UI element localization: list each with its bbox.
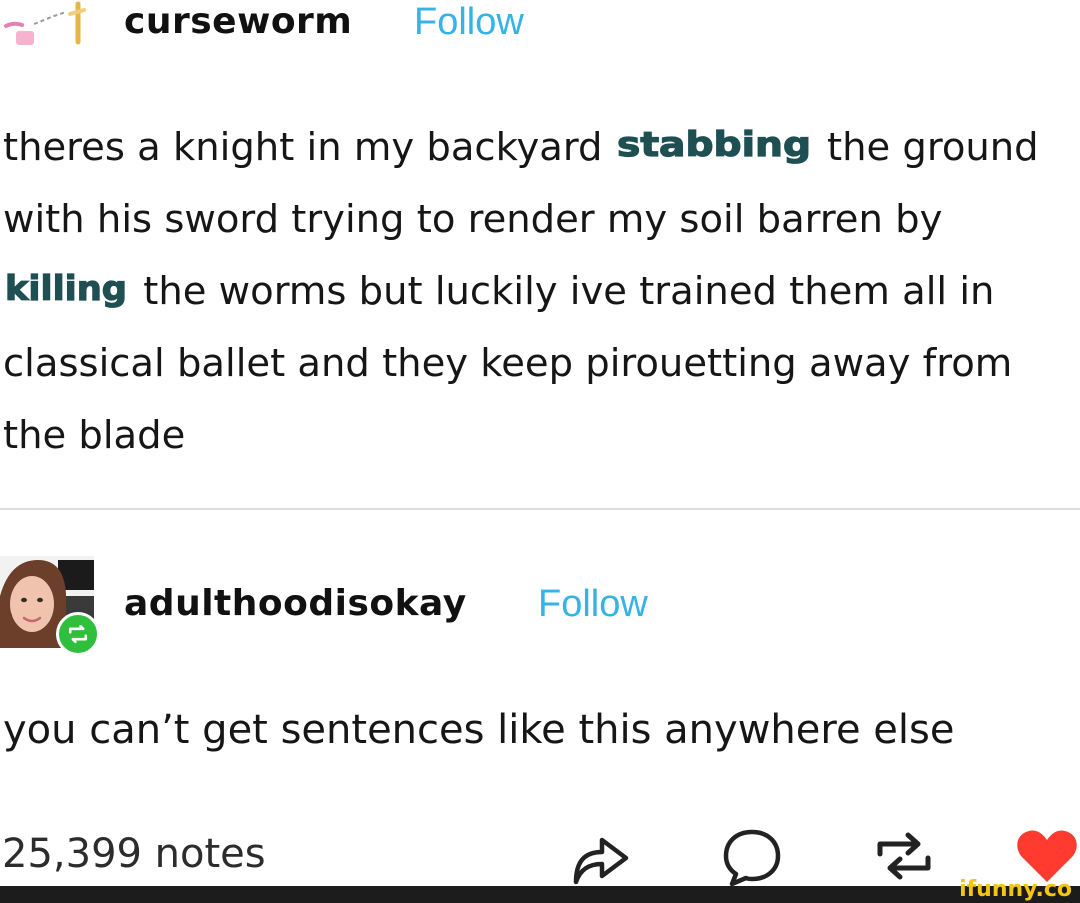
post-text-segment: the worms but luckily ive trained them a… (3, 269, 1013, 458)
notes-count[interactable]: 25,399 notes (2, 828, 266, 880)
ifunny-watermark: ifunny.co (959, 877, 1072, 902)
stylized-word-stabbing: stabbing (616, 124, 811, 164)
follow-adulthoodisokay-button[interactable]: Follow (538, 584, 648, 624)
reblog-author-username[interactable]: adulthoodisokay (124, 584, 467, 624)
reblog-badge-icon (56, 612, 100, 656)
watermark-bar (0, 886, 1080, 903)
stylized-word-killing-text: killing (5, 269, 127, 308)
reblog-icon[interactable] (872, 826, 936, 886)
post-text-segment: theres a knight in my backyard (3, 125, 615, 170)
comment-icon[interactable] (720, 826, 784, 886)
post-divider (0, 508, 1080, 510)
follow-curseworm-button[interactable]: Follow (414, 2, 524, 42)
post-author-username[interactable]: curseworm (124, 2, 352, 42)
post-header: curseworm Follow (0, 0, 1080, 48)
share-icon[interactable] (568, 826, 632, 886)
post-text: theres a knight in my backyard stabbing … (3, 112, 1078, 472)
stylized-word-killing: killing (4, 268, 127, 308)
stylized-word-stabbing-text: stabbing (617, 125, 811, 164)
reblog-comment-text: you can’t get sentences like this anywhe… (3, 707, 955, 753)
curseworm-avatar[interactable] (0, 0, 92, 46)
